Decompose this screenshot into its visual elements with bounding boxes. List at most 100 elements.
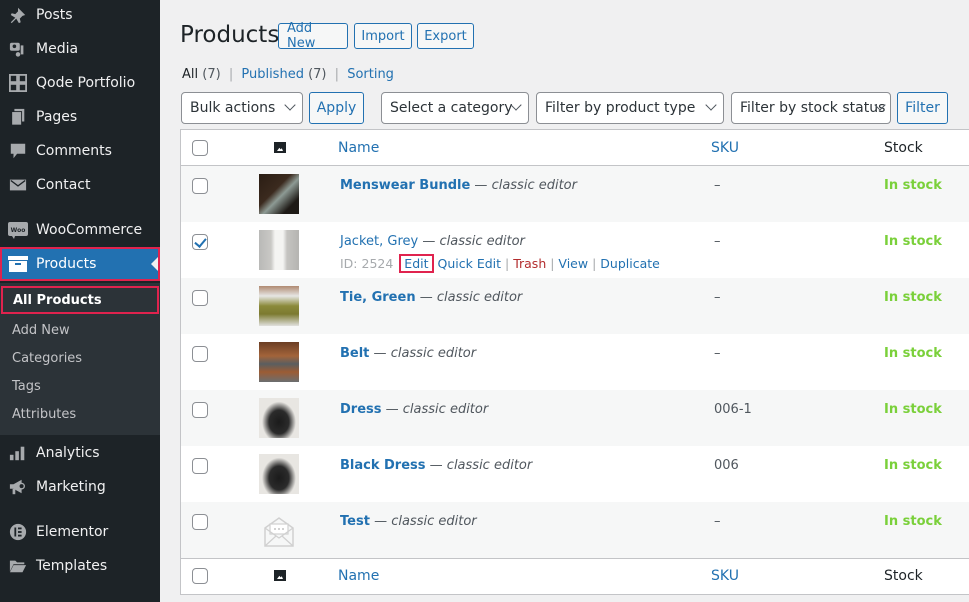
product-name-link[interactable]: Test xyxy=(340,514,370,529)
sidebar-item-products[interactable]: Products xyxy=(0,247,160,281)
column-sku[interactable]: SKU xyxy=(711,568,739,584)
table-row: Belt — classic editor – In stock xyxy=(181,334,969,390)
table-row: Test — classic editor – In stock xyxy=(181,502,969,558)
woo-icon: Woo xyxy=(8,220,28,240)
row-checkbox[interactable] xyxy=(192,234,208,250)
editor-label: classic editor xyxy=(439,234,525,249)
table-footer: Name SKU Stock xyxy=(181,558,969,594)
row-checkbox[interactable] xyxy=(192,290,208,306)
trash-link[interactable]: Trash xyxy=(513,256,546,271)
submenu-tags[interactable]: Tags xyxy=(0,372,160,400)
import-button[interactable]: Import xyxy=(354,23,412,49)
stock-status: In stock xyxy=(884,290,942,305)
sidebar-item-pages[interactable]: Pages xyxy=(0,100,160,134)
sidebar-item-woocommerce[interactable]: Woo WooCommerce xyxy=(0,213,160,247)
table-row: Jacket, Grey — classic editor ID: 2524 E… xyxy=(181,222,969,278)
svg-text:Woo: Woo xyxy=(11,227,26,234)
apply-button[interactable]: Apply xyxy=(309,92,364,124)
sidebar-label: Contact xyxy=(36,177,91,193)
sidebar-item-analytics[interactable]: Analytics xyxy=(0,436,160,470)
product-thumbnail[interactable] xyxy=(259,174,299,214)
view-sorting[interactable]: Sorting xyxy=(347,67,394,82)
stock-status: In stock xyxy=(884,458,942,473)
product-thumbnail[interactable] xyxy=(259,342,299,382)
add-new-button[interactable]: Add New xyxy=(278,21,348,51)
select-all-checkbox-footer[interactable] xyxy=(192,568,208,584)
submenu-categories[interactable]: Categories xyxy=(0,344,160,372)
filter-button[interactable]: Filter xyxy=(897,92,948,124)
submenu-add-new[interactable]: Add New xyxy=(0,316,160,344)
chevron-down-icon xyxy=(705,99,717,111)
product-name-link[interactable]: Black Dress xyxy=(340,458,426,473)
product-name-link[interactable]: Tie, Green xyxy=(340,290,416,305)
product-name-link[interactable]: Menswear Bundle xyxy=(340,178,470,193)
quick-edit-link[interactable]: Quick Edit xyxy=(438,256,502,271)
column-stock: Stock xyxy=(884,568,923,584)
table-row: Dress — classic editor 006-1 In stock xyxy=(181,390,969,446)
row-checkbox[interactable] xyxy=(192,402,208,418)
product-thumbnail[interactable] xyxy=(259,286,299,326)
chevron-down-icon xyxy=(284,99,296,111)
bulk-actions-select[interactable]: Bulk actions xyxy=(181,92,303,124)
editor-label: classic editor xyxy=(491,178,577,193)
product-thumbnail[interactable] xyxy=(259,230,299,270)
row-checkbox[interactable] xyxy=(192,514,208,530)
row-checkbox[interactable] xyxy=(192,178,208,194)
view-published[interactable]: Published xyxy=(241,67,304,82)
table-row: Black Dress — classic editor 006 In stoc… xyxy=(181,446,969,502)
edit-link[interactable]: Edit xyxy=(399,254,434,273)
product-name-link[interactable]: Dress xyxy=(340,402,382,417)
sidebar-item-elementor[interactable]: Elementor xyxy=(0,515,160,549)
table-row: Menswear Bundle — classic editor – In st… xyxy=(181,166,969,222)
sidebar-label: Pages xyxy=(36,109,78,125)
column-name[interactable]: Name xyxy=(338,568,379,584)
separator: | xyxy=(228,67,234,82)
export-button[interactable]: Export xyxy=(417,23,474,49)
sidebar-item-templates[interactable]: Templates xyxy=(0,549,160,583)
submenu-attributes[interactable]: Attributes xyxy=(0,400,160,428)
product-thumbnail[interactable] xyxy=(259,398,299,438)
sidebar-label: Comments xyxy=(36,143,112,159)
elementor-icon xyxy=(8,522,28,542)
sidebar-item-media[interactable]: Media xyxy=(0,32,160,66)
sidebar-item-posts[interactable]: Posts xyxy=(0,0,160,32)
separator: | xyxy=(334,67,340,82)
table-row: Tie, Green — classic editor – In stock xyxy=(181,278,969,334)
view-link[interactable]: View xyxy=(558,256,588,271)
sidebar-item-qode-portfolio[interactable]: Qode Portfolio xyxy=(0,66,160,100)
sidebar-label: Posts xyxy=(36,7,73,23)
stock-status: In stock xyxy=(884,402,942,417)
envelope-icon xyxy=(8,175,28,195)
image-icon xyxy=(274,142,286,153)
product-name-link[interactable]: Jacket, Grey xyxy=(340,234,418,249)
placeholder-envelope-icon[interactable] xyxy=(259,510,299,550)
select-all-checkbox[interactable] xyxy=(192,140,208,156)
row-actions: ID: 2524 Edit Quick Edit | Trash | View … xyxy=(340,254,660,273)
row-checkbox[interactable] xyxy=(192,346,208,362)
sidebar-item-comments[interactable]: Comments xyxy=(0,134,160,168)
view-all[interactable]: All xyxy=(182,67,198,82)
sidebar-label: Templates xyxy=(36,558,108,574)
duplicate-link[interactable]: Duplicate xyxy=(600,256,660,271)
product-name-link[interactable]: Belt xyxy=(340,346,369,361)
sku-value: – xyxy=(714,514,721,529)
submenu-all-products[interactable]: All Products xyxy=(1,286,159,314)
sidebar-item-marketing[interactable]: Marketing xyxy=(0,470,160,504)
stock-status: In stock xyxy=(884,234,942,249)
active-indicator xyxy=(151,257,158,271)
row-checkbox[interactable] xyxy=(192,458,208,474)
stock-status-select[interactable]: Filter by stock status xyxy=(731,92,891,124)
image-icon xyxy=(274,570,286,581)
sku-value: 006-1 xyxy=(714,402,752,417)
sidebar-item-contact[interactable]: Contact xyxy=(0,168,160,202)
dash: — xyxy=(385,402,399,417)
column-sku[interactable]: SKU xyxy=(711,140,739,156)
column-name[interactable]: Name xyxy=(338,140,379,156)
product-thumbnail[interactable] xyxy=(259,454,299,494)
product-type-select[interactable]: Filter by product type xyxy=(536,92,724,124)
stock-status: In stock xyxy=(884,178,942,193)
view-published-count: (7) xyxy=(308,67,327,82)
comment-icon xyxy=(8,141,28,161)
page-title: Products xyxy=(180,22,280,48)
category-select[interactable]: Select a category xyxy=(381,92,529,124)
